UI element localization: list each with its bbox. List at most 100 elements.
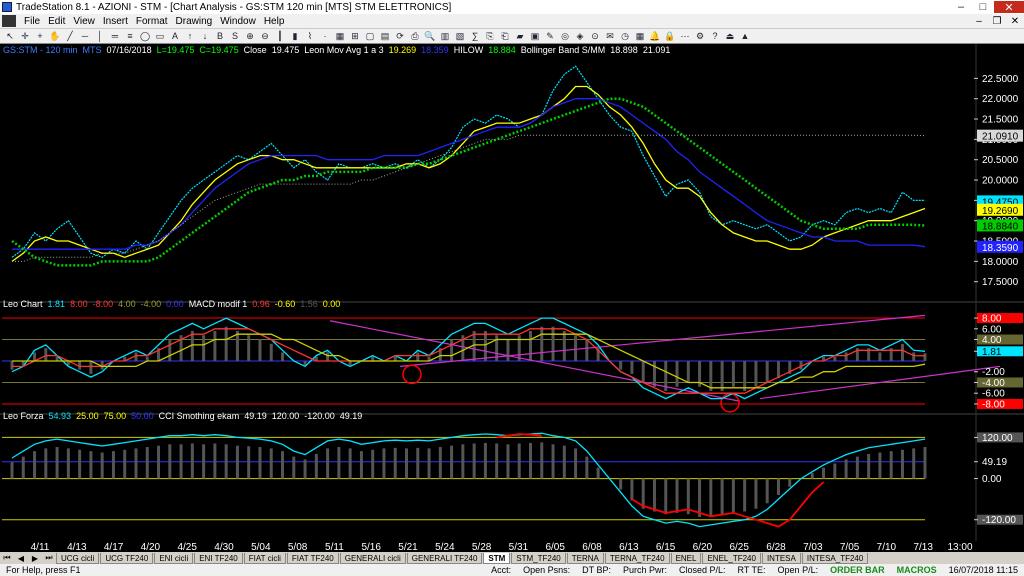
tab-scroll-prev-icon[interactable]: ◀ — [14, 552, 28, 564]
rectangle-icon[interactable]: ▭ — [154, 31, 166, 42]
mdi-restore-button[interactable]: ❐ — [988, 16, 1006, 27]
exit-icon[interactable]: ⏏ — [724, 31, 736, 42]
table-icon[interactable]: ▤ — [379, 31, 391, 42]
workspace-tab[interactable]: INTESA — [761, 552, 801, 564]
workspace-tab[interactable]: ENI cicli — [154, 552, 194, 564]
candle-icon[interactable]: ▮ — [289, 31, 301, 42]
zoom-in-icon[interactable]: ⊕ — [244, 31, 256, 42]
order-bar-button[interactable]: ORDER BAR — [824, 565, 891, 575]
zoom-out-icon[interactable]: ⊖ — [259, 31, 271, 42]
workspace-tab[interactable]: ENEL — [670, 552, 702, 564]
menu-drawing[interactable]: Drawing — [172, 16, 217, 27]
chart-icon[interactable]: ▲ — [739, 31, 751, 42]
price-header-item: C=19.475 — [199, 45, 238, 55]
workspace-tab[interactable]: STM — [483, 552, 511, 564]
menu-view[interactable]: View — [69, 16, 99, 27]
bar-icon[interactable]: ┃ — [274, 31, 286, 42]
ellipse-icon[interactable]: ◯ — [139, 31, 151, 42]
line-icon[interactable]: ⌇ — [304, 31, 316, 42]
menu-file[interactable]: File — [20, 16, 44, 27]
calc-icon[interactable]: ∑ — [469, 31, 481, 42]
minimize-button[interactable]: – — [950, 1, 972, 13]
leochart-tick-label: 1.81 — [982, 347, 1002, 358]
hand-icon[interactable]: ✋ — [49, 31, 61, 42]
print-icon[interactable]: ⎙ — [409, 31, 421, 42]
insert-icon[interactable]: ⊞ — [349, 31, 361, 42]
chart-analysis-area[interactable]: GS:STM - 120 min MTS 07/16/2018 L=19.475 C=1… — [0, 44, 1024, 541]
leoforza-header-item: 120.00 — [272, 411, 300, 421]
workspace-tab[interactable]: ENEL_TF240 — [702, 552, 761, 564]
radar-icon[interactable]: ◎ — [559, 31, 571, 42]
news-icon[interactable]: ✉ — [604, 31, 616, 42]
time-icon[interactable]: ◷ — [619, 31, 631, 42]
workspace-tab[interactable]: GENERALI TF240 — [406, 552, 483, 564]
workspace-tab[interactable]: INTESA_TF240 — [801, 552, 869, 564]
dots-icon[interactable]: ⋯ — [679, 31, 691, 42]
scanner-icon[interactable]: ⊙ — [589, 31, 601, 42]
app-icon — [2, 2, 12, 12]
matrix-icon[interactable]: ▦ — [634, 31, 646, 42]
workspace-tab[interactable]: ENI TF240 — [194, 552, 243, 564]
menu-insert[interactable]: Insert — [99, 16, 132, 27]
crosshair-icon[interactable]: + — [34, 31, 46, 42]
fib-icon[interactable]: ≡ — [124, 31, 136, 42]
chart-svg[interactable]: GS:STM - 120 min MTS 07/16/2018 L=19.475 C=1… — [0, 44, 1024, 541]
leochart-header-item: 1.56 — [300, 299, 318, 309]
bell-icon[interactable]: 🔔 — [649, 31, 661, 42]
mdi-close-button[interactable]: ✕ — [1006, 16, 1024, 27]
buy-icon[interactable]: B — [214, 31, 226, 42]
workspace-tab[interactable]: GENERALI cicli — [339, 552, 406, 564]
window-icon[interactable]: ▢ — [364, 31, 376, 42]
leoforza-header-item: 75.00 — [104, 411, 127, 421]
menu-window[interactable]: Window — [216, 16, 260, 27]
tab-scroll-next-icon[interactable]: ▶ — [28, 552, 42, 564]
mdi-minimize-button[interactable]: – — [970, 16, 988, 27]
macros-button[interactable]: MACROS — [891, 565, 943, 575]
arrow-down-icon[interactable]: ↓ — [199, 31, 211, 42]
workspace-tab[interactable]: UCG cicli — [56, 552, 100, 564]
channel-icon[interactable]: ═ — [109, 31, 121, 42]
hline-icon[interactable]: ─ — [79, 31, 91, 42]
workspace-tab[interactable]: TERNA_TF240 — [604, 552, 670, 564]
lock-icon[interactable]: 🔒 — [664, 31, 676, 42]
data-icon[interactable]: ▥ — [439, 31, 451, 42]
sell-icon[interactable]: S — [229, 31, 241, 42]
price-header-item: 18.359 — [421, 45, 449, 55]
workspace-tab[interactable]: UCG TF240 — [100, 552, 154, 564]
leochart-header-item: -8.00 — [93, 299, 114, 309]
workspace-tab[interactable]: FIAT cicli — [243, 552, 286, 564]
gear-icon[interactable]: ⚙ — [694, 31, 706, 42]
pointer-icon[interactable]: ↖ — [4, 31, 16, 42]
close-button[interactable]: ✕ — [994, 1, 1024, 14]
menu-help[interactable]: Help — [260, 16, 289, 27]
magnify-icon[interactable]: 🔍 — [424, 31, 436, 42]
workspace-tab[interactable]: STM_TF240 — [511, 552, 566, 564]
point-icon[interactable]: · — [319, 31, 331, 42]
menu-format[interactable]: Format — [132, 16, 172, 27]
arrow-up-icon[interactable]: ↑ — [184, 31, 196, 42]
save-icon[interactable]: ▣ — [529, 31, 541, 42]
leochart-header-item: -0.60 — [275, 299, 296, 309]
tab-scroll-last-icon[interactable]: ⏭ — [42, 552, 56, 564]
tab-scroll-first-icon[interactable]: ⏮ — [0, 552, 14, 564]
grid-icon[interactable]: ▦ — [334, 31, 346, 42]
text-icon[interactable]: A — [169, 31, 181, 42]
mdi-chart-icon[interactable] — [2, 15, 16, 27]
maximize-button[interactable]: □ — [972, 1, 994, 13]
leochart-tick-label: -4.00 — [982, 378, 1005, 389]
folder-icon[interactable]: ▰ — [514, 31, 526, 42]
cursor-icon[interactable]: ✛ — [19, 31, 31, 42]
help-icon[interactable]: ? — [709, 31, 721, 42]
workspace-tab[interactable]: TERNA — [566, 552, 604, 564]
trendline-icon[interactable]: ╱ — [64, 31, 76, 42]
workspace-tab[interactable]: FIAT TF240 — [286, 552, 339, 564]
layout-icon[interactable]: ▧ — [454, 31, 466, 42]
refresh-icon[interactable]: ⟳ — [394, 31, 406, 42]
vline-icon[interactable]: │ — [94, 31, 106, 42]
paste-icon[interactable]: ⎗ — [499, 31, 511, 42]
copy-icon[interactable]: ⎘ — [484, 31, 496, 42]
price-header-item: MTS — [83, 45, 102, 55]
option-icon[interactable]: ◈ — [574, 31, 586, 42]
script-icon[interactable]: ✎ — [544, 31, 556, 42]
menu-edit[interactable]: Edit — [44, 16, 69, 27]
